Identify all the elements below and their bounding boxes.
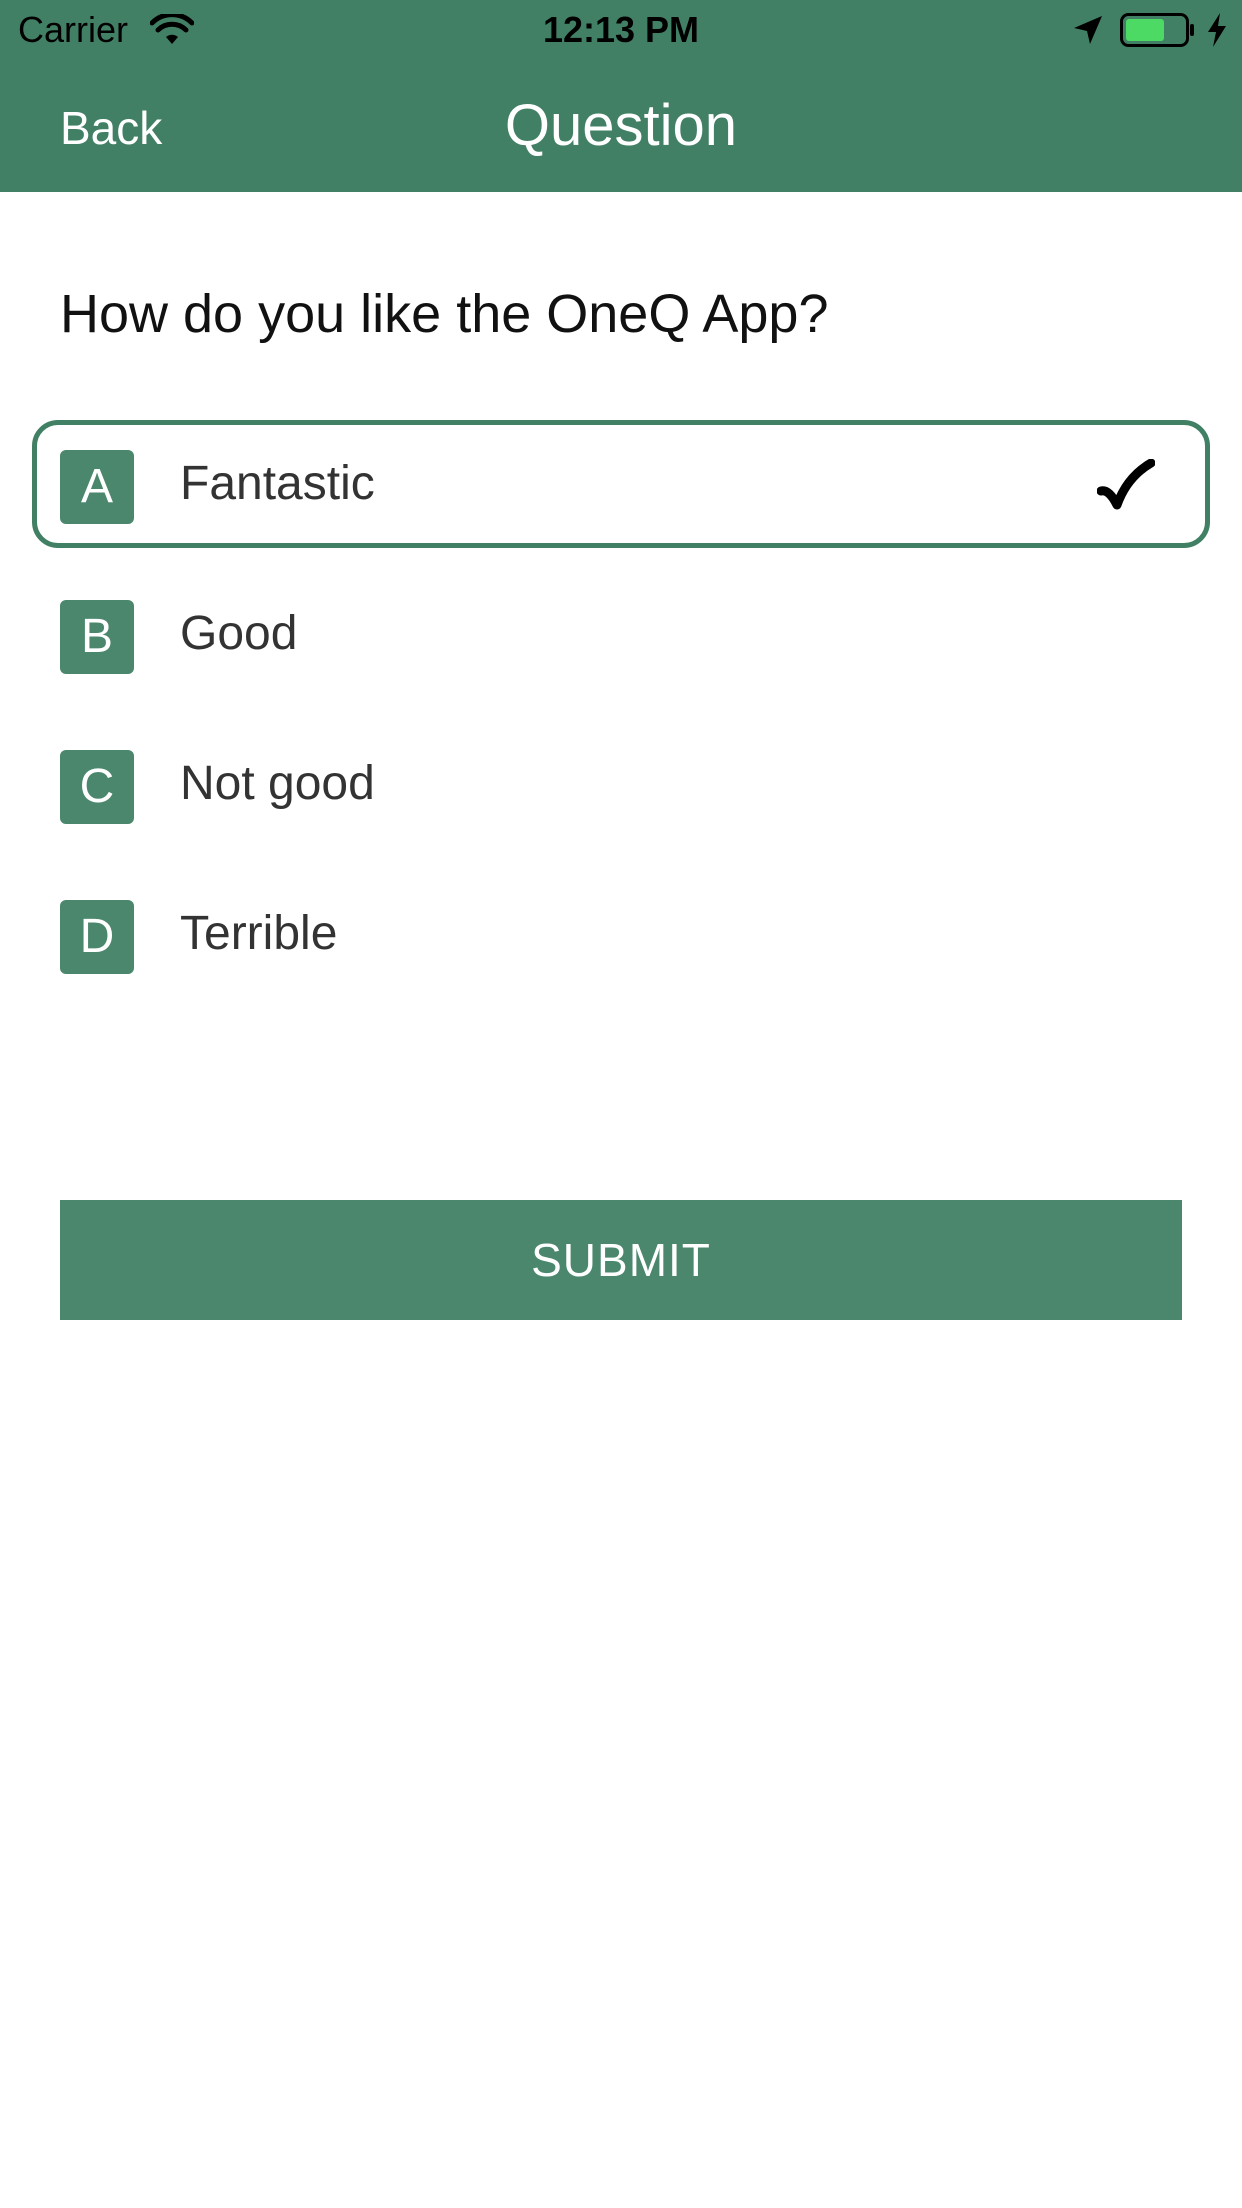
option-d[interactable]: D Terrible — [32, 870, 1210, 998]
option-label: Fantastic — [180, 457, 375, 510]
option-c[interactable]: C Not good — [32, 720, 1210, 848]
option-a[interactable]: A Fantastic — [32, 420, 1210, 548]
header-bar: Carrier 12:13 PM Back Question — [0, 0, 1242, 192]
question-text: How do you like the OneQ App? — [60, 284, 829, 344]
option-letter-badge: C — [60, 750, 134, 824]
option-label: Terrible — [180, 907, 338, 960]
option-label: Good — [180, 607, 298, 660]
option-letter-badge: D — [60, 900, 134, 974]
status-bar: Carrier 12:13 PM — [0, 0, 1242, 60]
option-letter-badge: B — [60, 600, 134, 674]
option-letter-badge: A — [60, 450, 134, 524]
checkmark-icon — [1096, 458, 1156, 515]
option-b[interactable]: B Good — [32, 570, 1210, 698]
charging-bolt-icon — [1205, 12, 1229, 48]
page-title: Question — [504, 93, 738, 158]
submit-button[interactable]: SUBMIT — [60, 1200, 1182, 1320]
battery-icon — [1120, 12, 1196, 48]
option-label: Not good — [180, 757, 375, 810]
clock: 12:13 PM — [542, 9, 700, 50]
location-arrow-icon — [1072, 14, 1104, 46]
